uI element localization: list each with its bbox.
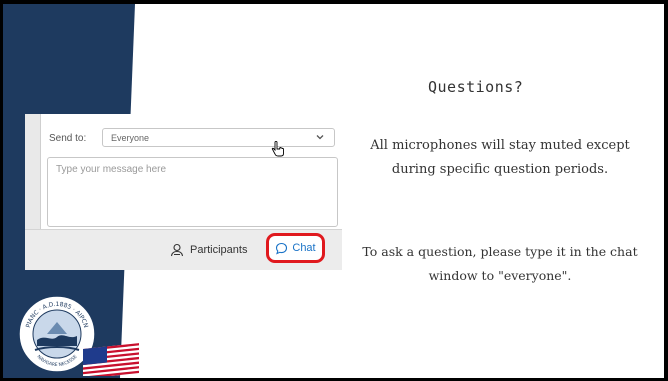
participants-button[interactable]: Participants	[170, 239, 247, 261]
slide-paragraph-microphones: All microphones will stay muted except d…	[370, 138, 630, 177]
message-input[interactable]: Type your message here	[47, 157, 338, 227]
chat-label: Chat	[292, 242, 316, 254]
send-to-select[interactable]: Everyone	[102, 128, 335, 147]
send-to-value: Everyone	[111, 133, 150, 143]
participants-label: Participants	[190, 244, 248, 256]
chat-toolbar: Participants Chat	[25, 229, 342, 270]
person-icon	[170, 243, 184, 257]
chat-bubble-icon	[276, 242, 288, 254]
hand-cursor-icon	[271, 141, 284, 157]
message-placeholder: Type your message here	[56, 164, 167, 175]
chevron-down-icon	[316, 135, 324, 140]
us-flag-icon	[83, 343, 139, 376]
send-to-label: Send to:	[49, 133, 87, 144]
slide-title: Questions?	[428, 78, 524, 96]
chat-button[interactable]: Chat	[266, 233, 325, 263]
chat-panel-screenshot: Send to: Everyone Type your message here…	[25, 114, 343, 270]
slide: Send to: Everyone Type your message here…	[3, 4, 664, 378]
slide-paragraph-chat-instructions: To ask a question, please type it in the…	[362, 244, 638, 283]
chat-compose-area: Send to: Everyone Type your message here	[40, 114, 343, 229]
